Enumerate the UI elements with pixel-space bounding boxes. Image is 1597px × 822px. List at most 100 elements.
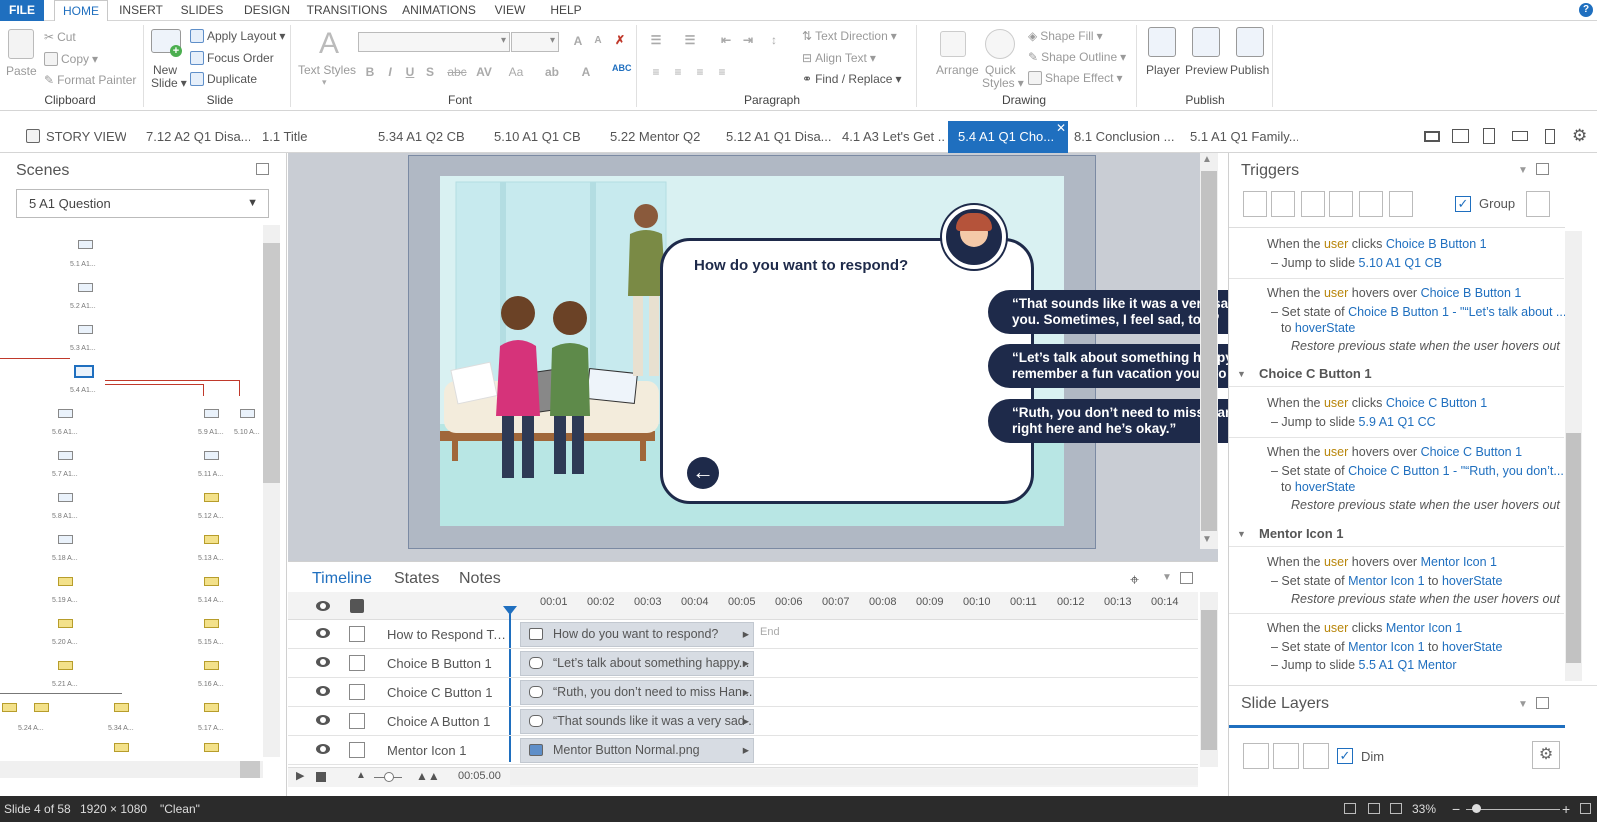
menu-file[interactable]: FILE — [0, 0, 44, 21]
increase-indent-icon[interactable]: ⇥ — [740, 33, 756, 47]
font-family-select[interactable] — [358, 32, 510, 52]
phone-landscape-icon[interactable] — [1512, 131, 1528, 141]
zoom-in-icon[interactable]: ▲▲ — [416, 769, 440, 783]
quick-styles-icon[interactable] — [985, 29, 1015, 59]
timeline-row[interactable]: Choice C Button 1 “Ruth, you don’t need … — [288, 678, 1198, 707]
scrollbar-thumb[interactable] — [1201, 610, 1217, 750]
duplicate-button[interactable]: Duplicate — [190, 72, 257, 86]
trigger-group-header[interactable]: ▼ Mentor Icon 1 — [1229, 521, 1564, 547]
scene-horizontal-scrollbar[interactable] — [0, 761, 263, 778]
slide-tab[interactable]: 8.1 Conclusion ... — [1074, 121, 1178, 153]
scene-thumb[interactable] — [204, 493, 219, 502]
tablet-landscape-icon[interactable] — [1452, 129, 1469, 143]
zoom-slider-handle[interactable] — [384, 772, 394, 782]
desktop-view-icon[interactable] — [1424, 131, 1440, 142]
quick-styles-label-2[interactable]: Styles ▾ — [982, 76, 1024, 90]
trigger-settings-icon[interactable] — [1526, 191, 1550, 217]
scene-thumb[interactable] — [58, 493, 73, 502]
bold-button[interactable]: B — [362, 65, 378, 79]
close-tab-icon[interactable]: ✕ — [1056, 121, 1066, 135]
italic-button[interactable]: I — [382, 65, 398, 79]
menu-animations[interactable]: ANIMATIONS — [400, 0, 478, 21]
shape-outline-button[interactable]: ✎ Shape Outline ▾ — [1028, 50, 1126, 64]
gear-icon[interactable]: ⚙ — [1532, 741, 1560, 769]
slide-tab[interactable]: 5.22 Mentor Q2 — [610, 121, 714, 153]
scrollbar-thumb[interactable] — [1201, 171, 1217, 531]
chevron-down-icon[interactable]: ▼ — [1518, 165, 1528, 176]
player-button[interactable]: Player — [1146, 63, 1180, 77]
dim-checkbox[interactable]: ✓ — [1337, 748, 1353, 764]
menu-home[interactable]: HOME — [54, 0, 108, 22]
menu-slides[interactable]: SLIDES — [177, 0, 227, 21]
lock-checkbox[interactable] — [349, 655, 365, 671]
scene-thumb[interactable] — [2, 703, 17, 712]
stop-icon[interactable] — [316, 772, 326, 782]
text-styles-icon[interactable]: A — [312, 27, 346, 61]
help-icon[interactable]: ? — [1579, 3, 1593, 17]
shape-fill-button[interactable]: ◈ Shape Fill ▾ — [1028, 29, 1103, 43]
normal-view-icon[interactable] — [1368, 803, 1380, 814]
scene-thumb[interactable] — [34, 703, 49, 712]
edit-trigger-icon[interactable] — [1271, 191, 1295, 217]
scene-thumb[interactable] — [204, 619, 219, 628]
menu-design[interactable]: DESIGN — [240, 0, 294, 21]
scene-thumb[interactable] — [58, 577, 73, 586]
slide-tab[interactable]: 5.34 A1 Q2 CB — [378, 121, 478, 153]
timeline-row[interactable]: How to Respond Tex... How do you want to… — [288, 620, 1198, 649]
paste-icon[interactable] — [8, 29, 34, 59]
menu-help[interactable]: HELP — [546, 0, 586, 21]
collapse-icon[interactable]: ▼ — [1237, 361, 1246, 387]
bullets-icon[interactable]: ☰ — [648, 33, 664, 47]
tab-timeline[interactable]: Timeline — [312, 570, 372, 588]
chevron-down-icon[interactable]: ▼ — [1518, 699, 1528, 710]
scene-thumb[interactable] — [204, 535, 219, 544]
slide-tab[interactable]: 1.1 Title — [262, 121, 352, 153]
scene-thumb[interactable] — [78, 325, 93, 334]
scrollbar-thumb[interactable] — [240, 761, 260, 778]
zoom-out-icon[interactable]: − — [1452, 796, 1460, 822]
scene-thumb[interactable] — [204, 451, 219, 460]
delete-layer-icon[interactable] — [1303, 743, 1329, 769]
trigger-item[interactable]: When the user clicks Choice C Button 1 –… — [1229, 395, 1564, 439]
player-icon[interactable] — [1148, 27, 1176, 57]
shape-effect-button[interactable]: Shape Effect ▾ — [1028, 71, 1123, 85]
preview-button[interactable]: Preview — [1185, 63, 1228, 77]
publish-button[interactable]: Publish — [1230, 63, 1269, 77]
find-replace-button[interactable]: ⚭ Find / Replace ▾ — [802, 72, 901, 86]
trigger-item[interactable]: When the user hovers over Choice B Butto… — [1229, 285, 1566, 361]
timeline-row[interactable]: Choice B Button 1 “Let’s talk about some… — [288, 649, 1198, 678]
format-painter-button[interactable]: ✎ Format Painter — [44, 73, 136, 87]
scene-thumb[interactable] — [58, 619, 73, 628]
menu-insert[interactable]: INSERT — [116, 0, 166, 21]
back-arrow-icon[interactable]: ← — [687, 457, 719, 489]
arrange-button[interactable]: Arrange — [936, 63, 979, 77]
menu-view[interactable]: VIEW — [490, 0, 530, 21]
group-checkbox[interactable]: ✓ — [1455, 196, 1471, 212]
move-trigger-icon[interactable] — [1389, 191, 1413, 217]
align-text-button[interactable]: ⊟ Align Text ▾ — [802, 51, 876, 65]
numbering-icon[interactable]: ☰ — [682, 33, 698, 47]
timeline-row[interactable]: Choice A Button 1 “That sounds like it w… — [288, 707, 1198, 736]
text-direction-button[interactable]: ⇅ Text Direction ▾ — [802, 29, 897, 43]
trigger-item[interactable]: When the user clicks Choice B Button 1 –… — [1229, 236, 1564, 280]
phone-portrait-icon[interactable] — [1545, 129, 1555, 144]
scene-thumb[interactable] — [204, 577, 219, 586]
shrink-font-icon[interactable]: A — [590, 35, 606, 49]
duplicate-layer-icon[interactable] — [1273, 743, 1299, 769]
quick-styles-label[interactable]: Quick — [985, 63, 1016, 77]
lock-checkbox[interactable] — [349, 742, 365, 758]
eye-icon[interactable] — [316, 628, 330, 638]
scrollbar-thumb[interactable] — [263, 243, 280, 483]
scroll-up-icon[interactable]: ▲ — [1202, 154, 1212, 165]
timeline-bar[interactable]: “That sounds like it was a very sad ... — [520, 709, 754, 734]
text-styles-button[interactable]: Text Styles — [298, 63, 356, 77]
spelling-icon[interactable]: ABC — [612, 63, 632, 77]
delete-trigger-icon[interactable] — [1359, 191, 1383, 217]
trigger-item[interactable]: When the user hovers over Mentor Icon 1 … — [1229, 554, 1564, 614]
apply-layout-button[interactable]: Apply Layout ▾ — [190, 29, 285, 43]
timeline-row[interactable]: Mentor Icon 1 Mentor Button Normal.png — [288, 736, 1198, 765]
grid-view-icon[interactable] — [1344, 803, 1356, 814]
trigger-item[interactable]: When the user clicks Mentor Icon 1 – Set… — [1229, 620, 1564, 680]
eye-icon[interactable] — [316, 686, 330, 696]
scene-thumb[interactable] — [58, 661, 73, 670]
